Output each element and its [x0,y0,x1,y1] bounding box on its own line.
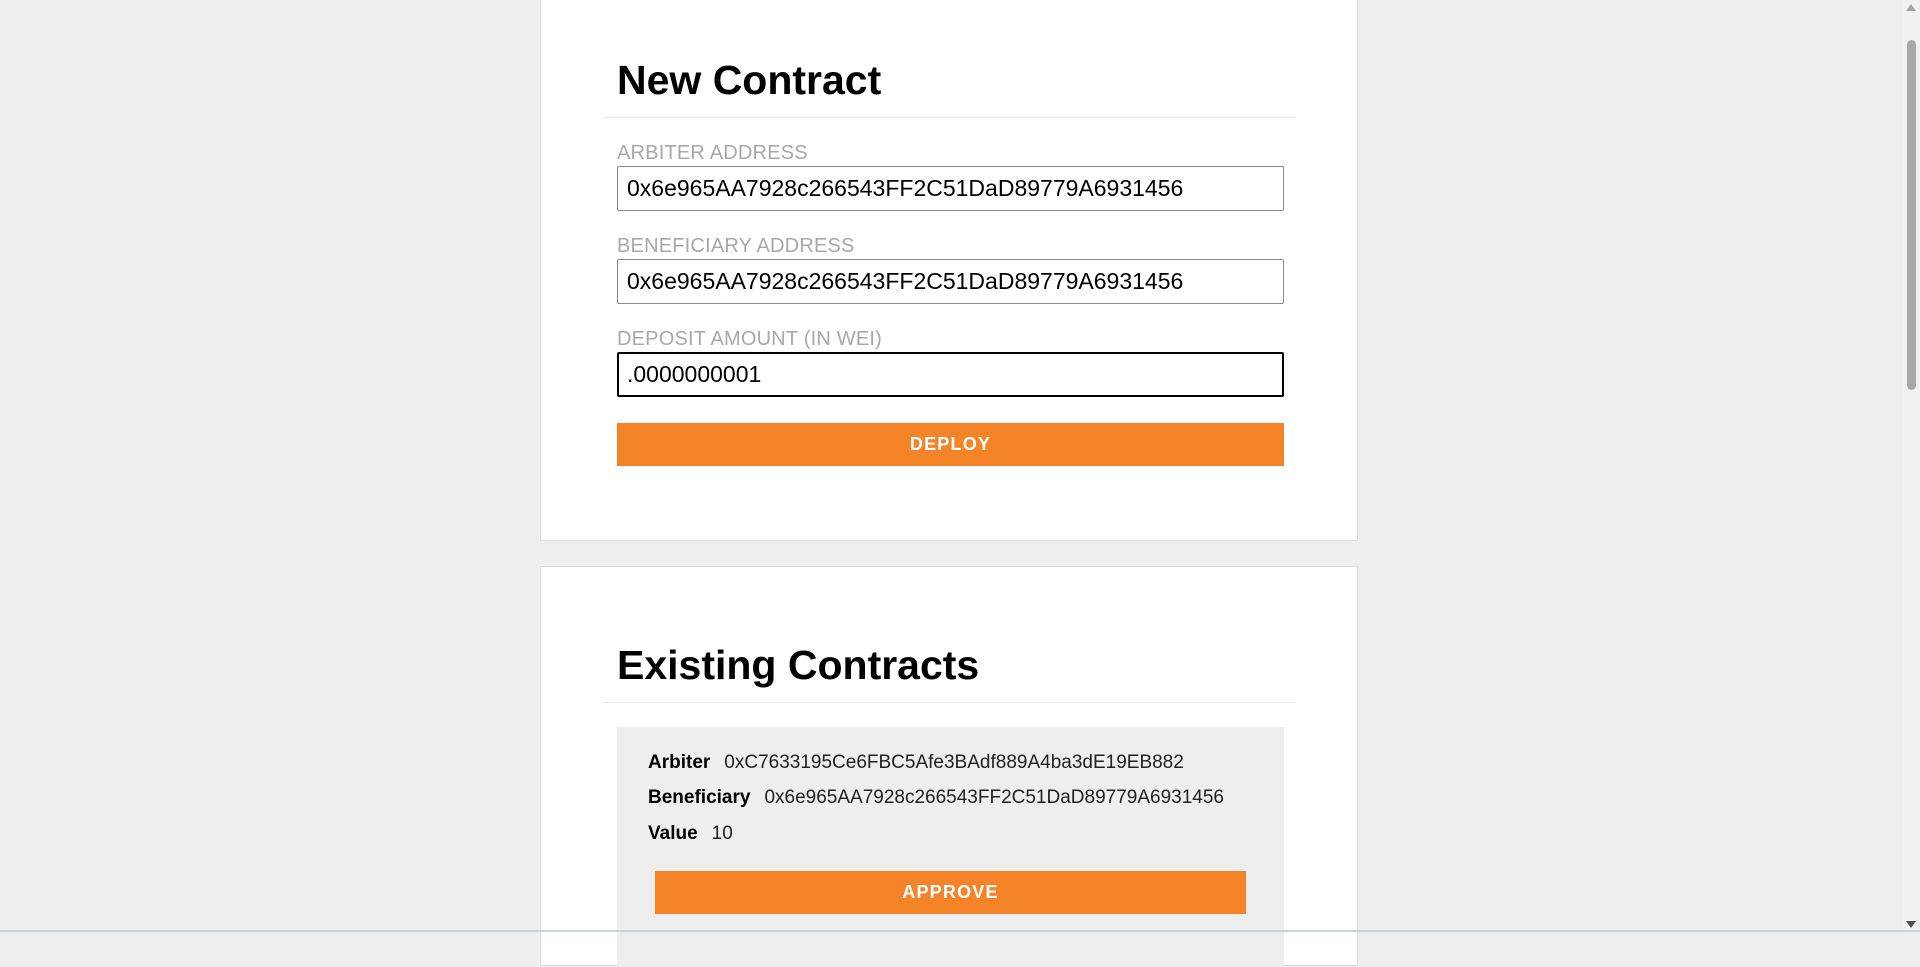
scrollbar-thumb[interactable] [1907,40,1916,390]
new-contract-divider [604,117,1296,118]
scroll-down-arrow-icon[interactable] [1906,921,1916,928]
page-scrollbar[interactable] [1903,0,1920,932]
contract-beneficiary-row: Beneficiary 0x6e965AA7928c266543FF2C51DaD… [648,787,1224,809]
deposit-amount-input[interactable] [617,352,1284,397]
deploy-button[interactable]: DEPLOY [617,423,1284,466]
scroll-up-arrow-icon[interactable] [1906,4,1916,11]
contract-arbiter-row: Arbiter 0xC7633195Ce6FBC5Afe3BAdf889A4ba3… [648,752,1184,774]
contract-value-value: 10 [711,823,733,844]
approve-button[interactable]: APPROVE [655,871,1246,914]
deposit-amount-label: DEPOSIT AMOUNT (IN WEI) [617,328,882,350]
beneficiary-address-input[interactable] [617,259,1284,304]
arbiter-address-input[interactable] [617,166,1284,211]
beneficiary-address-label: BENEFICIARY ADDRESS [617,235,855,257]
contract-arbiter-value: 0xC7633195Ce6FBC5Afe3BAdf889A4ba3dE19EB8… [724,752,1184,773]
existing-contracts-card: Existing Contracts Arbiter 0xC7633195Ce6F… [540,566,1358,967]
arbiter-address-label: ARBITER ADDRESS [617,142,808,164]
contract-beneficiary-value: 0x6e965AA7928c266543FF2C51DaD89779A69314… [764,787,1224,808]
contract-arbiter-key: Arbiter [648,752,711,773]
contract-value-row: Value 10 [648,823,733,845]
contract-beneficiary-key: Beneficiary [648,787,751,808]
new-contract-card: New Contract ARBITER ADDRESS BENEFICIARY… [540,0,1358,541]
new-contract-title: New Contract [617,57,882,103]
existing-contracts-title: Existing Contracts [617,642,980,688]
existing-contracts-divider [604,702,1296,703]
contract-value-key: Value [648,823,698,844]
